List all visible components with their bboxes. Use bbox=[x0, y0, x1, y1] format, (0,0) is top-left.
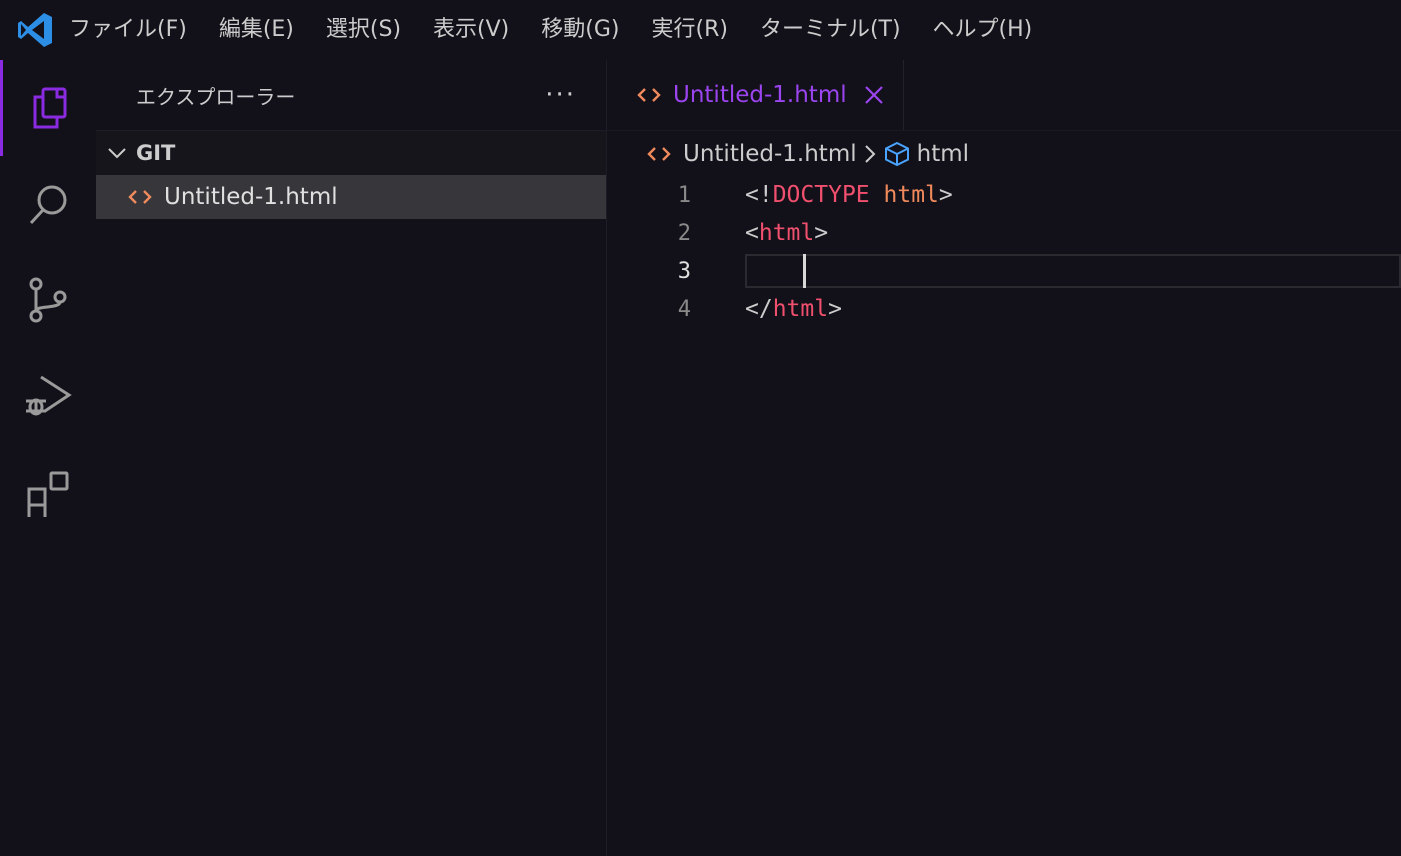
search-icon bbox=[29, 185, 67, 225]
explorer-sidebar: エクスプローラー ··· GIT Untitled-1.html bbox=[96, 60, 607, 856]
source-control-icon bbox=[29, 277, 67, 323]
tab-untitled-1[interactable]: Untitled-1.html bbox=[607, 60, 904, 130]
code-text: <!DOCTYPE html> bbox=[745, 182, 953, 208]
editor-area: Untitled-1.html Untitled-1.html html 1 <… bbox=[607, 60, 1401, 856]
editor-tabs: Untitled-1.html bbox=[607, 60, 1401, 131]
symbol-element-icon bbox=[884, 141, 909, 167]
line-number: 3 bbox=[677, 258, 691, 284]
chevron-right-icon bbox=[864, 145, 876, 163]
menu-selection[interactable]: 選択(S) bbox=[310, 0, 417, 60]
menu-terminal[interactable]: ターミナル(T) bbox=[744, 0, 917, 60]
folder-name: GIT bbox=[136, 141, 176, 165]
files-icon bbox=[33, 87, 66, 129]
tab-label: Untitled-1.html bbox=[673, 82, 847, 108]
html-file-icon bbox=[647, 147, 671, 161]
line-number: 2 bbox=[677, 220, 691, 246]
breadcrumb-symbol[interactable]: html bbox=[917, 141, 969, 167]
code-editor[interactable]: 1 <!DOCTYPE html> 2 <html> 3 4 </html> bbox=[607, 176, 1401, 328]
menu-file[interactable]: ファイル(F) bbox=[69, 0, 203, 60]
activity-bar bbox=[0, 60, 96, 856]
vscode-logo-icon[interactable] bbox=[15, 10, 55, 50]
explorer-title: エクスプローラー bbox=[136, 84, 296, 109]
menu-help[interactable]: ヘルプ(H) bbox=[917, 0, 1049, 60]
activity-extensions[interactable] bbox=[0, 444, 96, 540]
title-bar: ファイル(F) 編集(E) 選択(S) 表示(V) 移動(G) 実行(R) ター… bbox=[0, 0, 1401, 60]
html-file-icon bbox=[637, 88, 661, 102]
html-file-icon bbox=[128, 190, 152, 204]
code-text: <html> bbox=[745, 220, 829, 246]
chevron-down-icon bbox=[108, 148, 126, 159]
activity-source-control[interactable] bbox=[0, 252, 96, 348]
code-line: 2 <html> bbox=[607, 214, 1401, 252]
file-tree-item-label: Untitled-1.html bbox=[164, 184, 338, 210]
file-tree-item[interactable]: Untitled-1.html bbox=[96, 175, 606, 219]
folder-section-header[interactable]: GIT bbox=[96, 130, 606, 175]
more-actions-button[interactable]: ··· bbox=[545, 80, 576, 110]
line-number: 4 bbox=[677, 296, 691, 322]
text-cursor bbox=[803, 254, 806, 288]
menu-view[interactable]: 表示(V) bbox=[417, 0, 525, 60]
activity-explorer[interactable] bbox=[0, 60, 96, 156]
breadcrumb-file[interactable]: Untitled-1.html bbox=[683, 141, 857, 167]
menu-go[interactable]: 移動(G) bbox=[525, 0, 635, 60]
code-line: 4 </html> bbox=[607, 290, 1401, 328]
code-text: </html> bbox=[745, 296, 842, 322]
breadcrumb: Untitled-1.html html bbox=[607, 131, 1401, 177]
line-number: 1 bbox=[677, 182, 691, 208]
close-icon[interactable] bbox=[863, 84, 885, 106]
code-line-current: 3 bbox=[607, 252, 1401, 290]
explorer-header: エクスプローラー ··· bbox=[96, 60, 606, 130]
current-line-highlight bbox=[745, 254, 1401, 288]
run-debug-icon bbox=[26, 375, 72, 416]
menu-edit[interactable]: 編集(E) bbox=[203, 0, 310, 60]
code-line: 1 <!DOCTYPE html> bbox=[607, 176, 1401, 214]
extensions-icon bbox=[27, 471, 69, 517]
activity-run-debug[interactable] bbox=[0, 348, 96, 444]
menu-bar: ファイル(F) 編集(E) 選択(S) 表示(V) 移動(G) 実行(R) ター… bbox=[69, 0, 1048, 60]
menu-run[interactable]: 実行(R) bbox=[635, 0, 743, 60]
activity-search[interactable] bbox=[0, 156, 96, 252]
